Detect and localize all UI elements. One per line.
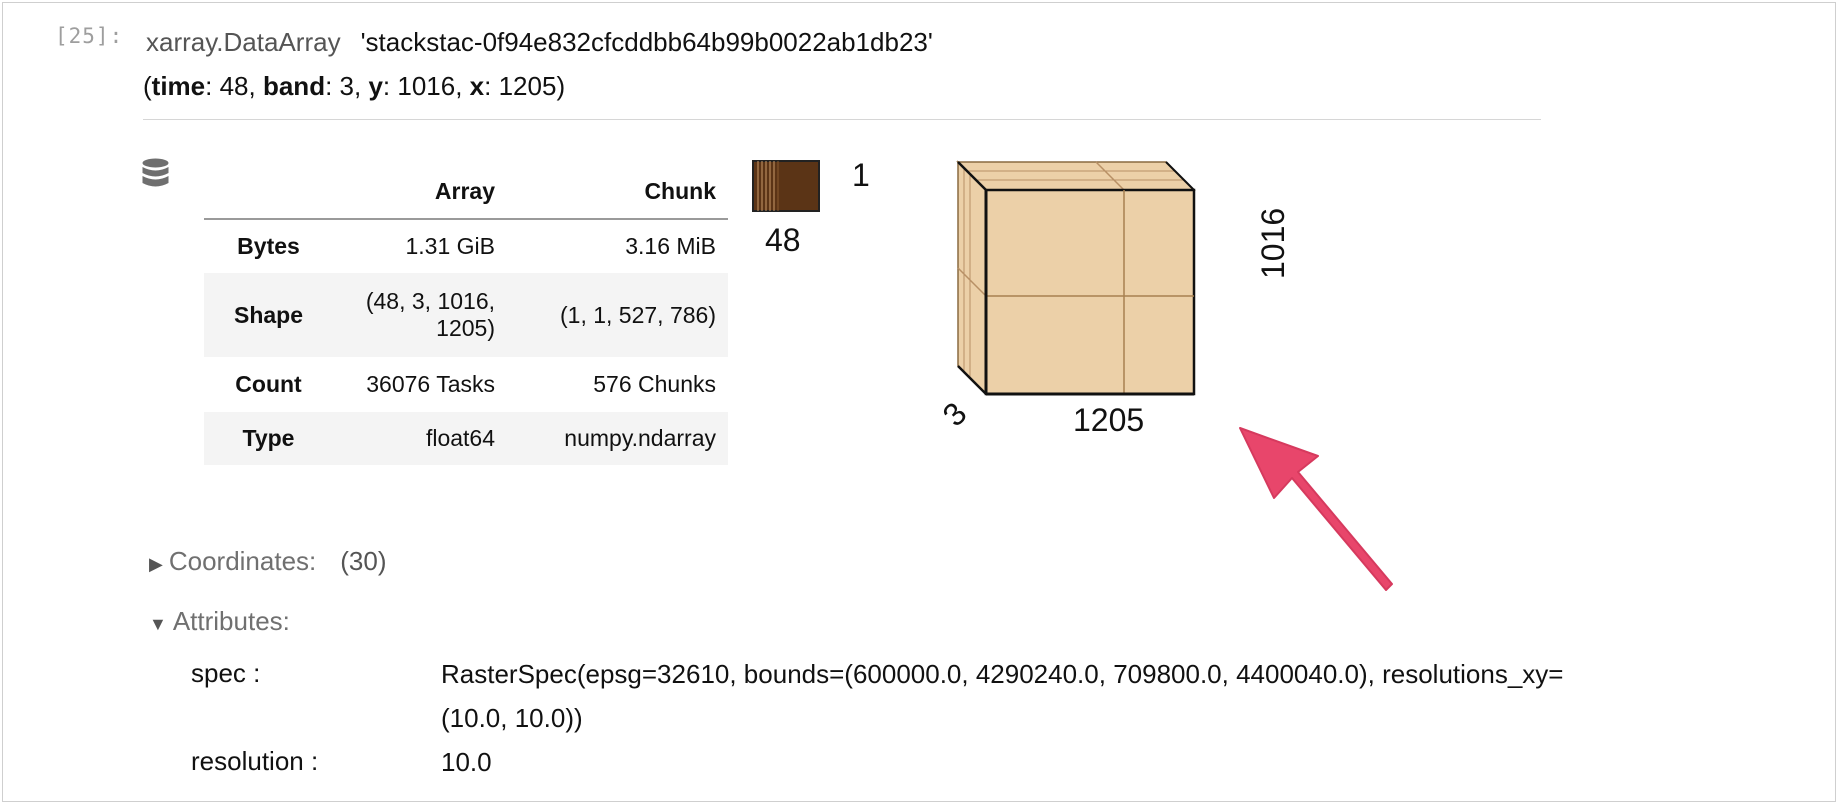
table-row-count: Count 36076 Tasks 576 Chunks	[204, 357, 728, 412]
table-header-array: Array	[333, 165, 507, 220]
table-row-type: Type float64 numpy.ndarray	[204, 412, 728, 465]
table-header-blank	[204, 165, 333, 220]
annotation-arrow-icon	[1239, 427, 1393, 591]
attributes-section-toggle[interactable]: ▼ Attributes:	[149, 606, 290, 637]
table-header-chunk: Chunk	[507, 165, 728, 220]
array-value: (48, 3, 1016, 1205)	[365, 288, 495, 341]
chunk-value: (1, 1, 527, 786)	[560, 301, 716, 328]
cell-prompt: [25]:	[55, 24, 124, 48]
dim-size-band: 3	[339, 71, 354, 101]
array-value: float64	[425, 425, 495, 451]
row-label: Type	[242, 425, 295, 451]
dim-name-band: band	[262, 71, 326, 101]
attribute-value: RasterSpec(epsg=32610, bounds=(600000.0,…	[441, 659, 1564, 733]
attribute-key: resolution :	[191, 746, 319, 776]
chunk-value: numpy.ndarray	[564, 425, 716, 451]
collapse-triangle-icon: ▼	[149, 614, 167, 634]
attributes-label: Attributes:	[172, 606, 290, 636]
dataarray-header: xarray.DataArray 'stackstac-0f94e832cfcdd…	[146, 27, 933, 58]
dim-size-time: 48	[219, 71, 249, 101]
cube-x-label: 1205	[1073, 402, 1145, 438]
header-divider	[143, 119, 1541, 120]
dim-name-y: y	[368, 71, 383, 101]
table-row-shape: Shape (48, 3, 1016, 1205) (1, 1, 527, 78…	[204, 273, 728, 357]
chunk-cube-diagram	[956, 160, 1196, 396]
dask-array-table: Array Chunk Bytes 1.31 GiB 3.16 MiB Shap…	[204, 165, 728, 465]
object-type: xarray.DataArray	[146, 27, 341, 57]
mini-diagram-band-label: 1	[852, 157, 870, 193]
expand-triangle-icon: ▶	[149, 554, 163, 574]
row-label: Shape	[233, 301, 304, 328]
row-label: Count	[235, 371, 302, 397]
cube-y-label: 1016	[1255, 207, 1291, 279]
chunk-value: 3.16 MiB	[625, 233, 716, 259]
coordinates-label: Coordinates:	[168, 546, 317, 576]
chunk-value: 576 Chunks	[593, 371, 716, 397]
dim-name-x: x	[469, 71, 485, 101]
dim-size-x: 1205	[498, 71, 557, 101]
coordinates-section-toggle[interactable]: ▶ Coordinates: (30)	[149, 546, 387, 577]
table-row-bytes: Bytes 1.31 GiB 3.16 MiB	[204, 219, 728, 273]
attribute-key: spec :	[191, 658, 261, 688]
array-value: 36076 Tasks	[366, 371, 495, 397]
database-icon[interactable]	[140, 158, 171, 189]
object-name: 'stackstac-0f94e832cfcddbb64b99b0022ab1d…	[360, 27, 933, 57]
dimensions-line: (time: 48, band: 3, y: 1016, x: 1205)	[143, 71, 566, 101]
coordinates-count: (30)	[340, 546, 387, 576]
row-label: Bytes	[237, 233, 300, 259]
mini-diagram-time-label: 48	[765, 222, 801, 258]
dim-size-y: 1016	[397, 71, 456, 101]
dim-name-time: time	[151, 71, 206, 101]
array-value: 1.31 GiB	[405, 233, 496, 259]
attribute-value: 10.0	[441, 747, 492, 777]
